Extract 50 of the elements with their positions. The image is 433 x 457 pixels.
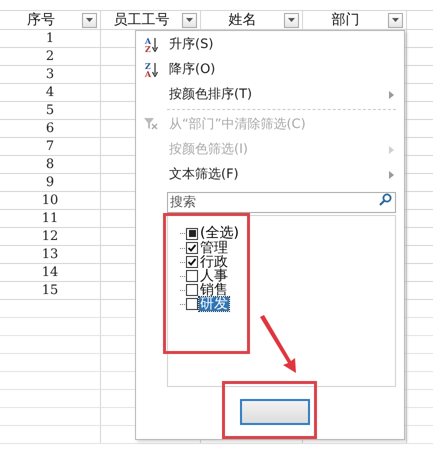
menu-item[interactable]: Z A 降序(O) [136, 57, 404, 82]
menu-item[interactable]: 按颜色排序(T) [136, 82, 404, 107]
table-cell: 5 [46, 104, 54, 117]
checkbox[interactable] [186, 284, 198, 296]
caret-icon [392, 18, 399, 22]
option-label[interactable]: (全选) [199, 226, 240, 241]
column-header: 员工工号 [112, 13, 170, 27]
column-header: 部门 [330, 13, 360, 27]
table-cell: 11 [42, 212, 58, 225]
caret-icon [86, 18, 93, 22]
checkbox[interactable] [186, 298, 198, 310]
filter-dropdown-button[interactable] [82, 12, 97, 28]
submenu-arrow-icon [389, 146, 394, 154]
table-cell: 4 [46, 86, 54, 99]
option-label[interactable]: 管理 [199, 241, 229, 255]
clear-filter-icon [144, 118, 159, 131]
checkbox[interactable] [186, 228, 198, 240]
filter-dropdown-button[interactable] [182, 12, 197, 28]
table-cell: 15 [42, 284, 58, 297]
option-label[interactable]: 人事 [199, 269, 229, 283]
search-field[interactable]: 搜索 [167, 192, 396, 213]
option-label[interactable]: 行政 [199, 255, 229, 269]
table-cell: 10 [42, 194, 58, 207]
table-cell: 13 [42, 248, 58, 261]
submenu-arrow-icon [389, 90, 394, 98]
table-cell: 3 [46, 68, 54, 81]
menu-item[interactable]: A Z 升序(S) [136, 32, 404, 57]
column-header: 姓名 [228, 13, 258, 27]
caret-icon [288, 18, 295, 22]
dialog-button[interactable] [240, 399, 310, 425]
option-label[interactable]: 销售 [199, 283, 229, 297]
caret-icon [186, 18, 193, 22]
table-cell: 8 [46, 158, 54, 171]
search-icon [379, 193, 392, 206]
submenu-arrow-icon [389, 170, 394, 178]
table-cell: 2 [46, 50, 54, 63]
checkbox[interactable] [186, 270, 198, 282]
filter-dropdown-button[interactable] [284, 12, 299, 28]
table-cell: 14 [42, 266, 58, 279]
checkbox[interactable] [186, 242, 198, 254]
table-cell: 12 [42, 230, 58, 243]
menu-item[interactable]: 文本筛选(F) [136, 162, 404, 187]
table-cell: 9 [46, 176, 54, 189]
table-cell: 7 [46, 140, 54, 153]
checkbox[interactable] [186, 256, 198, 268]
column-header: 序号 [26, 13, 56, 27]
table-cell: 6 [46, 122, 54, 135]
filter-dropdown-button[interactable] [388, 12, 403, 28]
option-label[interactable]: 研发 [199, 297, 229, 311]
table-cell: 1 [46, 32, 54, 45]
